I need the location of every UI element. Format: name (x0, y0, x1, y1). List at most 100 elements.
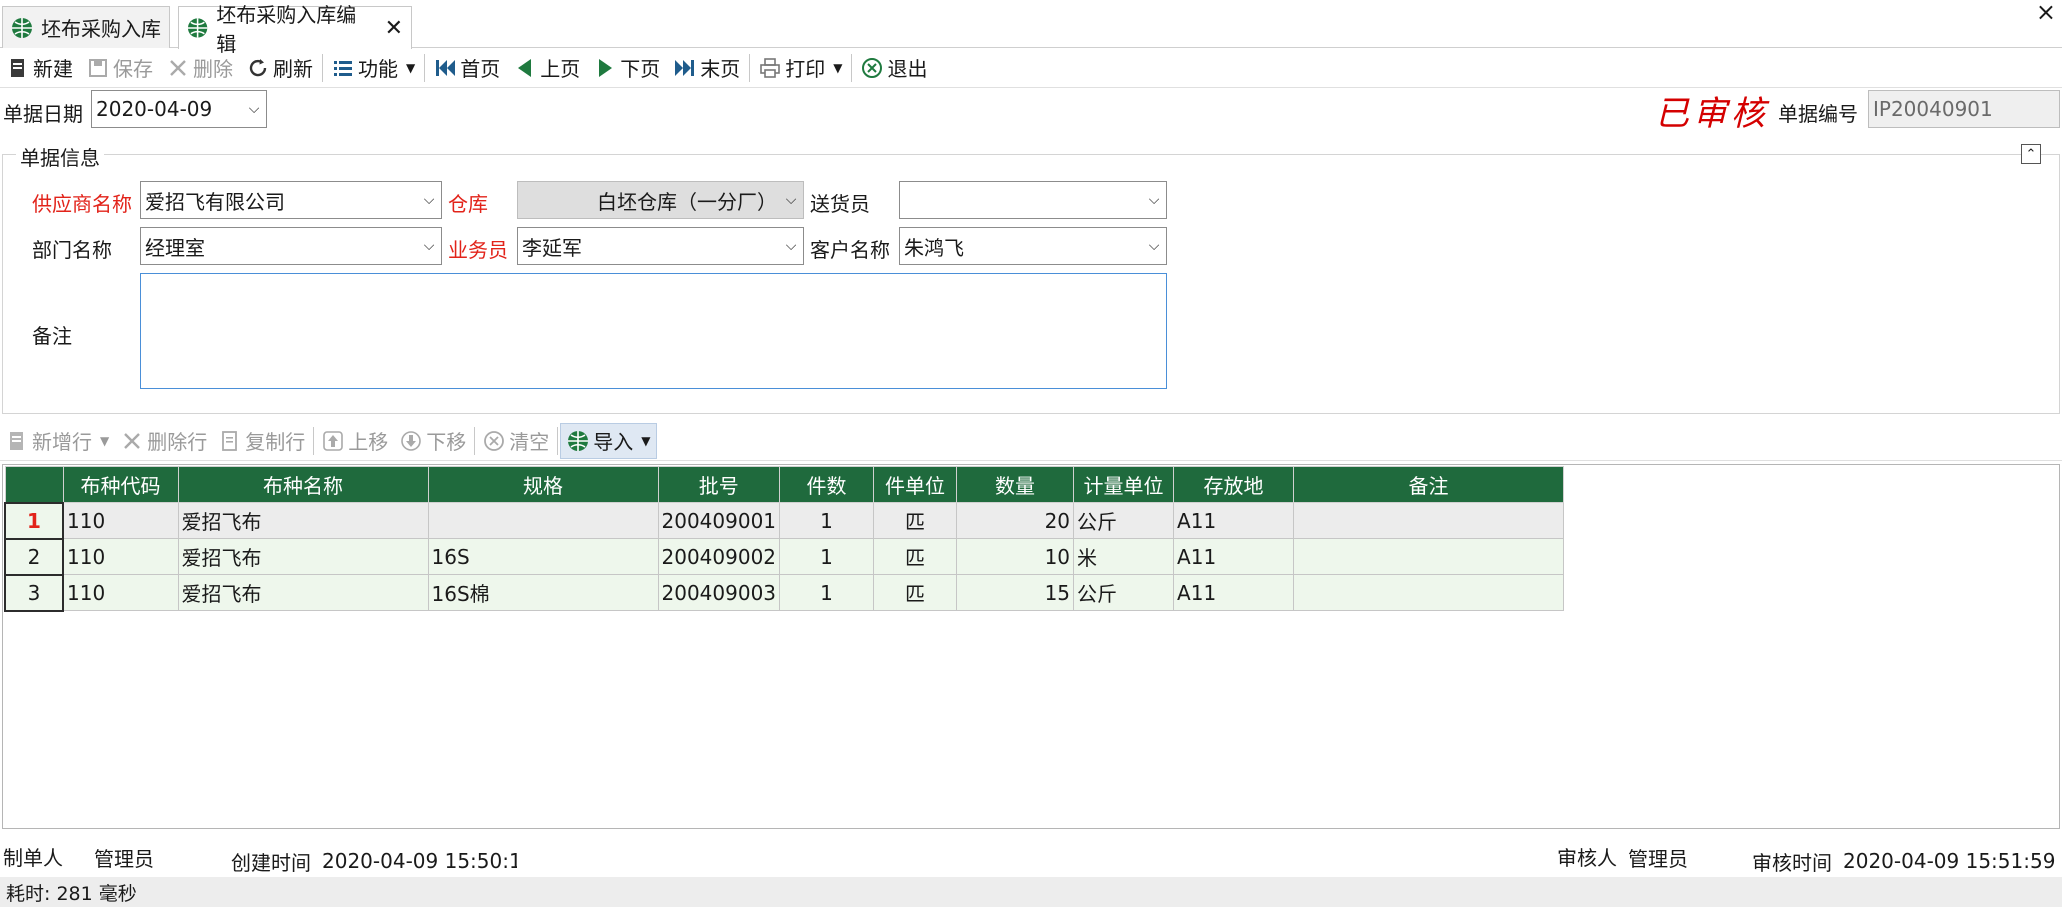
toolbar-divider (424, 53, 426, 82)
cell-pieces[interactable]: 1 (779, 538, 875, 575)
cell-batch[interactable]: 200409002 (657, 538, 781, 575)
column-header[interactable]: 备注 (1293, 466, 1565, 503)
department-combo[interactable]: 经理室 ⌵ (140, 227, 442, 265)
doc-number-field[interactable]: IP20040901 (1868, 90, 2060, 128)
remark-textarea[interactable] (140, 273, 1167, 389)
remark-label: 备注 (32, 324, 72, 348)
arrow-down-icon (401, 430, 422, 451)
customer-combo[interactable]: 朱鸿飞 ⌵ (899, 227, 1167, 265)
list-icon (334, 60, 352, 76)
last-page-button[interactable]: 末页 (667, 50, 747, 86)
delete-row-button[interactable]: 删除行 (115, 423, 213, 459)
cell-batch[interactable]: 200409001 (657, 502, 781, 539)
new-button[interactable]: 新建 (0, 50, 80, 86)
cell-piece-unit[interactable]: 匹 (873, 538, 958, 575)
toolbar-divider (557, 426, 559, 455)
creator-label: 制单人 (3, 846, 63, 870)
cell-code[interactable]: 110 (62, 574, 179, 611)
group-title: 单据信息 (16, 142, 104, 171)
detail-grid: 布种代码 布种名称 规格 批号 件数 件单位 数量 计量单位 存放地 备注 1 … (4, 466, 1565, 612)
cell-code[interactable]: 110 (62, 538, 179, 575)
deliverer-label: 送货员 (810, 192, 870, 216)
cell-remark[interactable] (1293, 502, 1565, 539)
column-header[interactable]: 件单位 (873, 466, 958, 503)
row-number[interactable]: 3 (4, 573, 64, 612)
window-close-icon[interactable]: × (2036, 0, 2056, 26)
table-row[interactable]: 1 110 爱招飞布 200409001 1 匹 20 公斤 A11 (4, 501, 1565, 540)
move-up-button[interactable]: 上移 (316, 423, 394, 459)
tab-close-icon[interactable]: ✕ (385, 16, 403, 41)
copy-row-button[interactable]: 复制行 (213, 423, 311, 459)
cell-name[interactable]: 爱招飞布 (177, 502, 429, 539)
cell-spec[interactable]: 16S棉 (427, 574, 659, 611)
supplier-combo[interactable]: 爱招飞有限公司 ⌵ (140, 181, 442, 219)
cell-piece-unit[interactable]: 匹 (873, 574, 958, 611)
cell-code[interactable]: 110 (62, 502, 179, 539)
row-number[interactable]: 2 (4, 537, 64, 576)
copy-icon (222, 430, 238, 451)
toolbar-divider (474, 426, 476, 455)
cell-location[interactable]: A11 (1173, 538, 1295, 575)
cell-name[interactable]: 爱招飞布 (177, 574, 429, 611)
cell-qty[interactable]: 15 (956, 574, 1075, 611)
save-button[interactable]: 保存 (80, 50, 160, 86)
cell-location[interactable]: A11 (1173, 574, 1295, 611)
column-header[interactable]: 布种代码 (62, 466, 179, 503)
arrow-up-icon (323, 430, 344, 451)
elapsed-time: 耗时: 281 毫秒 (6, 882, 137, 905)
salesman-combo[interactable]: 李延军 ⌵ (517, 227, 804, 265)
cell-unit[interactable]: 公斤 (1073, 574, 1175, 611)
table-row[interactable]: 2 110 爱招飞布 16S 200409002 1 匹 10 米 A11 (4, 537, 1565, 576)
cell-pieces[interactable]: 1 (779, 574, 875, 611)
row-number[interactable]: 1 (4, 501, 64, 540)
column-header[interactable]: 计量单位 (1073, 466, 1175, 503)
cell-name[interactable]: 爱招飞布 (177, 538, 429, 575)
functions-menu-button[interactable]: 功能 ▼ (325, 50, 422, 86)
cell-qty[interactable]: 20 (956, 502, 1075, 539)
column-header[interactable]: 数量 (956, 466, 1075, 503)
deliverer-combo[interactable]: ⌵ (899, 181, 1167, 219)
chevron-down-icon: ⌵ (423, 192, 435, 208)
cell-unit[interactable]: 公斤 (1073, 502, 1175, 539)
column-header[interactable]: 件数 (779, 466, 875, 503)
first-page-button[interactable]: 首页 (427, 50, 507, 86)
new-doc-icon (11, 58, 24, 77)
row-number-header (4, 466, 64, 503)
collapse-icon[interactable]: ⌃ (2021, 144, 2041, 164)
cell-pieces[interactable]: 1 (779, 502, 875, 539)
import-menu-button[interactable]: 导入 ▼ (560, 422, 658, 459)
clear-button[interactable]: 清空 (477, 423, 555, 459)
column-header[interactable]: 布种名称 (177, 466, 429, 503)
chevron-down-icon: ▼ (641, 433, 651, 448)
cell-spec[interactable]: 16S (427, 538, 659, 575)
chevron-down-icon: ⌵ (785, 238, 797, 254)
cell-remark[interactable] (1293, 538, 1565, 575)
doc-date-label: 单据日期 (3, 102, 83, 126)
cell-remark[interactable] (1293, 574, 1565, 611)
tab-inbound-list[interactable]: 坯布采购入库 (2, 6, 170, 48)
globe-icon (568, 430, 589, 451)
cell-batch[interactable]: 200409003 (657, 574, 781, 611)
add-row-button[interactable]: 新增行 ▼ (0, 423, 115, 459)
chevron-down-icon: ⌵ (1148, 238, 1160, 254)
cell-unit[interactable]: 米 (1073, 538, 1175, 575)
prev-page-button[interactable]: 上页 (507, 50, 587, 86)
tab-inbound-edit[interactable]: 坯布采购入库编辑 ✕ (178, 3, 412, 56)
warehouse-combo[interactable]: 白坯仓库（一分厂） ⌵ (517, 181, 804, 219)
delete-button[interactable]: 删除 (160, 50, 240, 86)
print-button[interactable]: 打印 ▼ (752, 50, 849, 86)
cell-qty[interactable]: 10 (956, 538, 1075, 575)
exit-button[interactable]: 退出 (854, 50, 934, 86)
chevron-down-icon[interactable]: ▼ (833, 61, 842, 75)
column-header[interactable]: 规格 (427, 466, 659, 503)
column-header[interactable]: 存放地 (1173, 466, 1295, 503)
table-row[interactable]: 3 110 爱招飞布 16S棉 200409003 1 匹 15 公斤 A11 (4, 573, 1565, 612)
move-down-button[interactable]: 下移 (394, 423, 472, 459)
doc-date-picker[interactable]: 2020-04-09 ⌵ (91, 90, 267, 128)
next-page-button[interactable]: 下页 (587, 50, 667, 86)
cell-location[interactable]: A11 (1173, 502, 1295, 539)
cell-piece-unit[interactable]: 匹 (873, 502, 958, 539)
refresh-button[interactable]: 刷新 (240, 50, 320, 86)
column-header[interactable]: 批号 (657, 466, 781, 503)
cell-spec[interactable] (427, 502, 659, 539)
